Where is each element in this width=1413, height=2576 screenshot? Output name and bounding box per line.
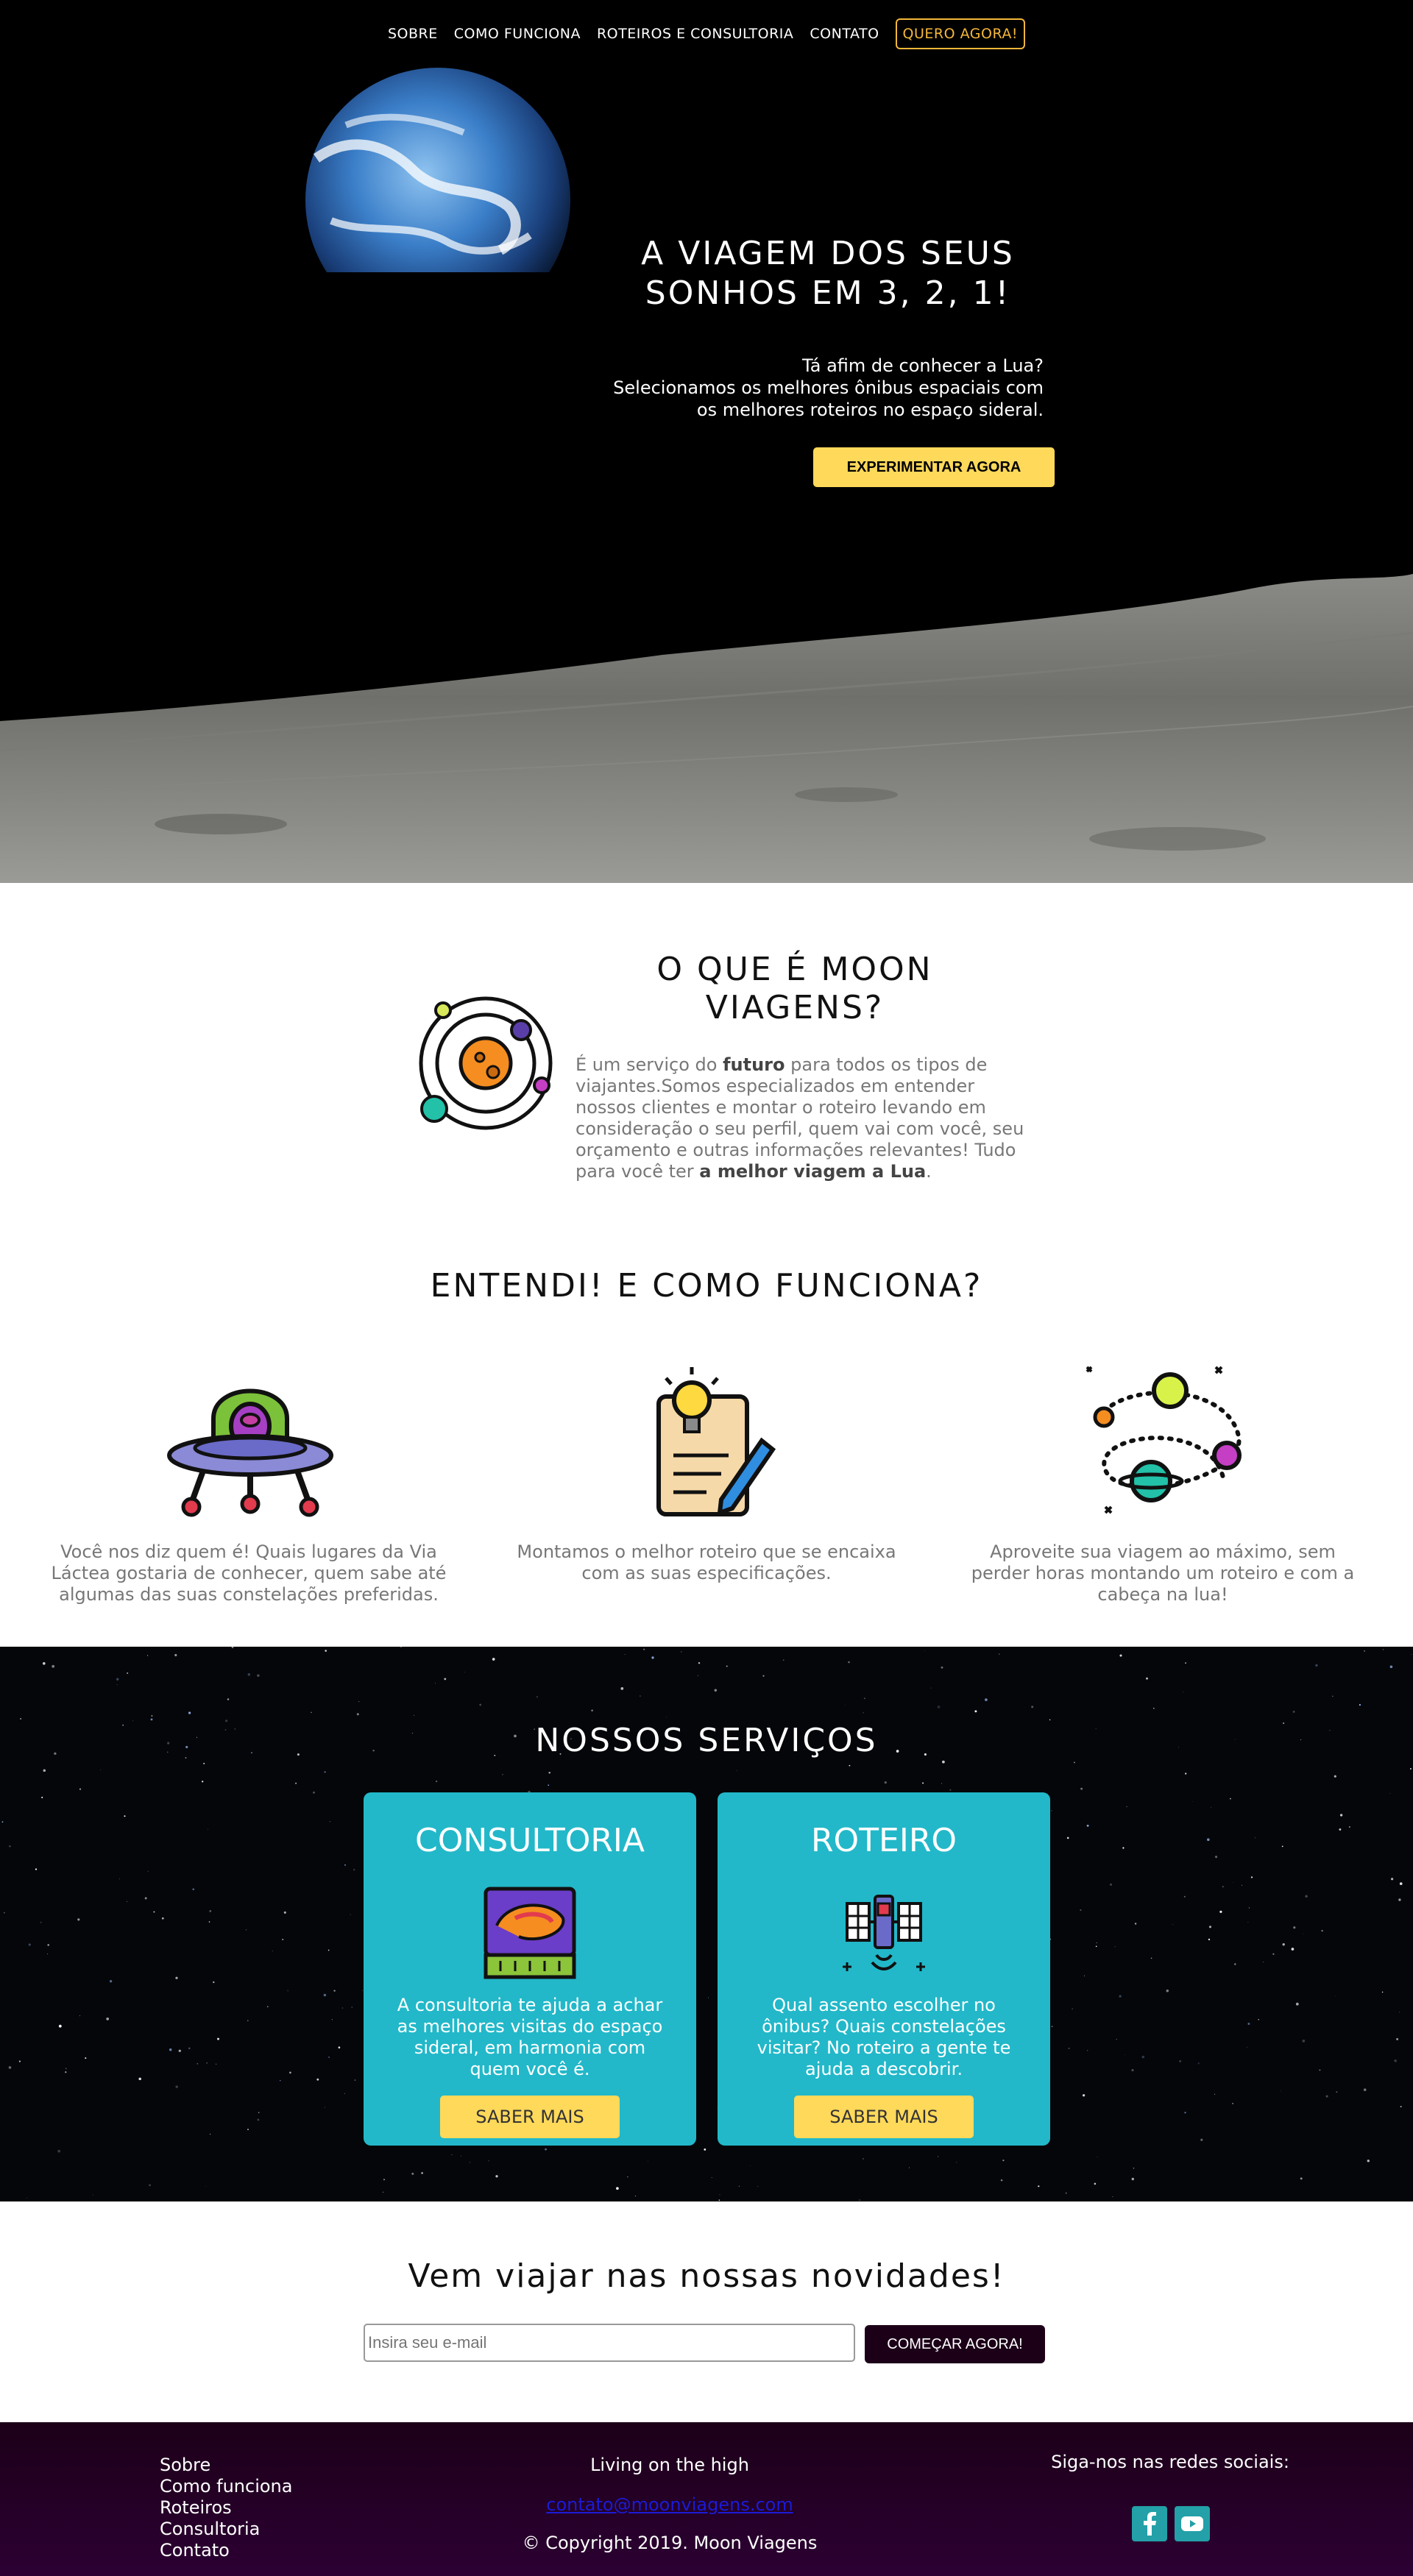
email-input[interactable]	[364, 2324, 855, 2362]
experimentar-agora-button[interactable]: EXPERIMENTAR AGORA	[813, 447, 1055, 487]
hero-subtitle: Tá afim de conhecer a Lua? Selecionamos …	[589, 355, 1044, 421]
footer: Sobre Como funciona Roteiros Consultoria…	[0, 2422, 1413, 2576]
footer-link-contato[interactable]: Contato	[160, 2540, 292, 2561]
alien-ufo-icon	[167, 1388, 333, 1517]
nav-roteiros-consultoria[interactable]: ROTEIROS E CONSULTORIA	[597, 26, 793, 42]
footer-link-sobre[interactable]: Sobre	[160, 2455, 292, 2476]
about-text: É um serviço do futuro para todos os tip…	[576, 1054, 1032, 1182]
how-step-text: Montamos o melhor roteiro que se encaixa…	[517, 1541, 896, 1583]
footer-copyright: © Copyright 2019. Moon Viagens	[522, 2533, 818, 2553]
hero-subtitle-line: Selecionamos os melhores ônibus espaciai…	[613, 377, 1044, 398]
service-card-consultoria: CONSULTORIA A consultoria te ajuda a ach…	[364, 1792, 696, 2146]
hero-title: A VIAGEM DOS SEUS SONHOS EM 3, 2, 1!	[641, 235, 1015, 312]
hero-background	[0, 68, 1413, 883]
card-title: ROTEIRO	[810, 1822, 957, 1859]
about-text-bold: futuro	[723, 1054, 785, 1075]
youtube-icon[interactable]	[1175, 2506, 1210, 2541]
footer-links: Sobre Como funciona Roteiros Consultoria…	[160, 2455, 292, 2561]
how-step-text: Aproveite sua viagem ao máximo, sem perd…	[971, 1541, 1355, 1605]
newsletter-title: Vem viajar nas nossas novidades!	[408, 2257, 1005, 2295]
footer-link-como-funciona[interactable]: Como funciona	[160, 2476, 292, 2497]
earth-image	[294, 68, 603, 346]
how-title: ENTENDI! E COMO FUNCIONA?	[430, 1267, 983, 1305]
card-title: CONSULTORIA	[414, 1822, 645, 1859]
planets-orbit-icon	[1086, 1366, 1242, 1514]
nav-quero-agora-button[interactable]: QUERO AGORA!	[895, 18, 1025, 49]
facebook-icon[interactable]	[1132, 2506, 1167, 2541]
top-nav: SOBRE COMO FUNCIONA ROTEIROS E CONSULTOR…	[0, 0, 1413, 68]
footer-slogan: Living on the high	[590, 2455, 749, 2475]
how-step-text: Você nos diz quem é! Quais lugares da Vi…	[51, 1541, 447, 1605]
satellite-icon	[843, 1895, 925, 1971]
social-title: Siga-nos nas redes sociais:	[1051, 2452, 1289, 2472]
hero-subtitle-line: Tá afim de conhecer a Lua?	[802, 355, 1044, 376]
idea-notepad-icon	[656, 1367, 776, 1516]
saber-mais-consultoria-button[interactable]: SABER MAIS	[440, 2096, 620, 2138]
about-text-part: .	[926, 1161, 932, 1182]
about-text-bold: a melhor viagem a Lua	[699, 1161, 927, 1182]
nav-como-funciona[interactable]: COMO FUNCIONA	[454, 26, 581, 42]
card-text: A consultoria te ajuda a achar as melhor…	[397, 1995, 663, 2079]
nav-sobre[interactable]: SOBRE	[388, 26, 438, 42]
footer-link-consultoria[interactable]: Consultoria	[160, 2519, 292, 2540]
services-title: NOSSOS SERVIÇOS	[535, 1722, 878, 1759]
solar-system-icon	[419, 996, 553, 1130]
services-section: NOSSOS SERVIÇOS CONSULTORIA A consultori…	[0, 1647, 1413, 2201]
saber-mais-roteiro-button[interactable]: SABER MAIS	[794, 2096, 974, 2138]
footer-email-link[interactable]: contato@moonviagens.com	[515, 2494, 824, 2515]
galaxy-monitor-icon	[484, 1887, 576, 1979]
nav-contato[interactable]: CONTATO	[810, 26, 879, 42]
about-text-part: É um serviço do	[576, 1054, 723, 1075]
about-title: O QUE É MOON VIAGENS?	[656, 951, 933, 1026]
card-text: Qual assento escolher no ônibus? Quais c…	[757, 1995, 1011, 2079]
hero-section: A VIAGEM DOS SEUS SONHOS EM 3, 2, 1! Tá …	[0, 0, 1413, 883]
footer-link-roteiros[interactable]: Roteiros	[160, 2497, 292, 2519]
hero-subtitle-line: os melhores roteiros no espaço sideral.	[696, 400, 1044, 420]
service-card-roteiro: ROTEIRO Qual assento escolher no ônibus?…	[718, 1792, 1050, 2146]
comecar-agora-button[interactable]: COMEÇAR AGORA!	[865, 2325, 1045, 2363]
